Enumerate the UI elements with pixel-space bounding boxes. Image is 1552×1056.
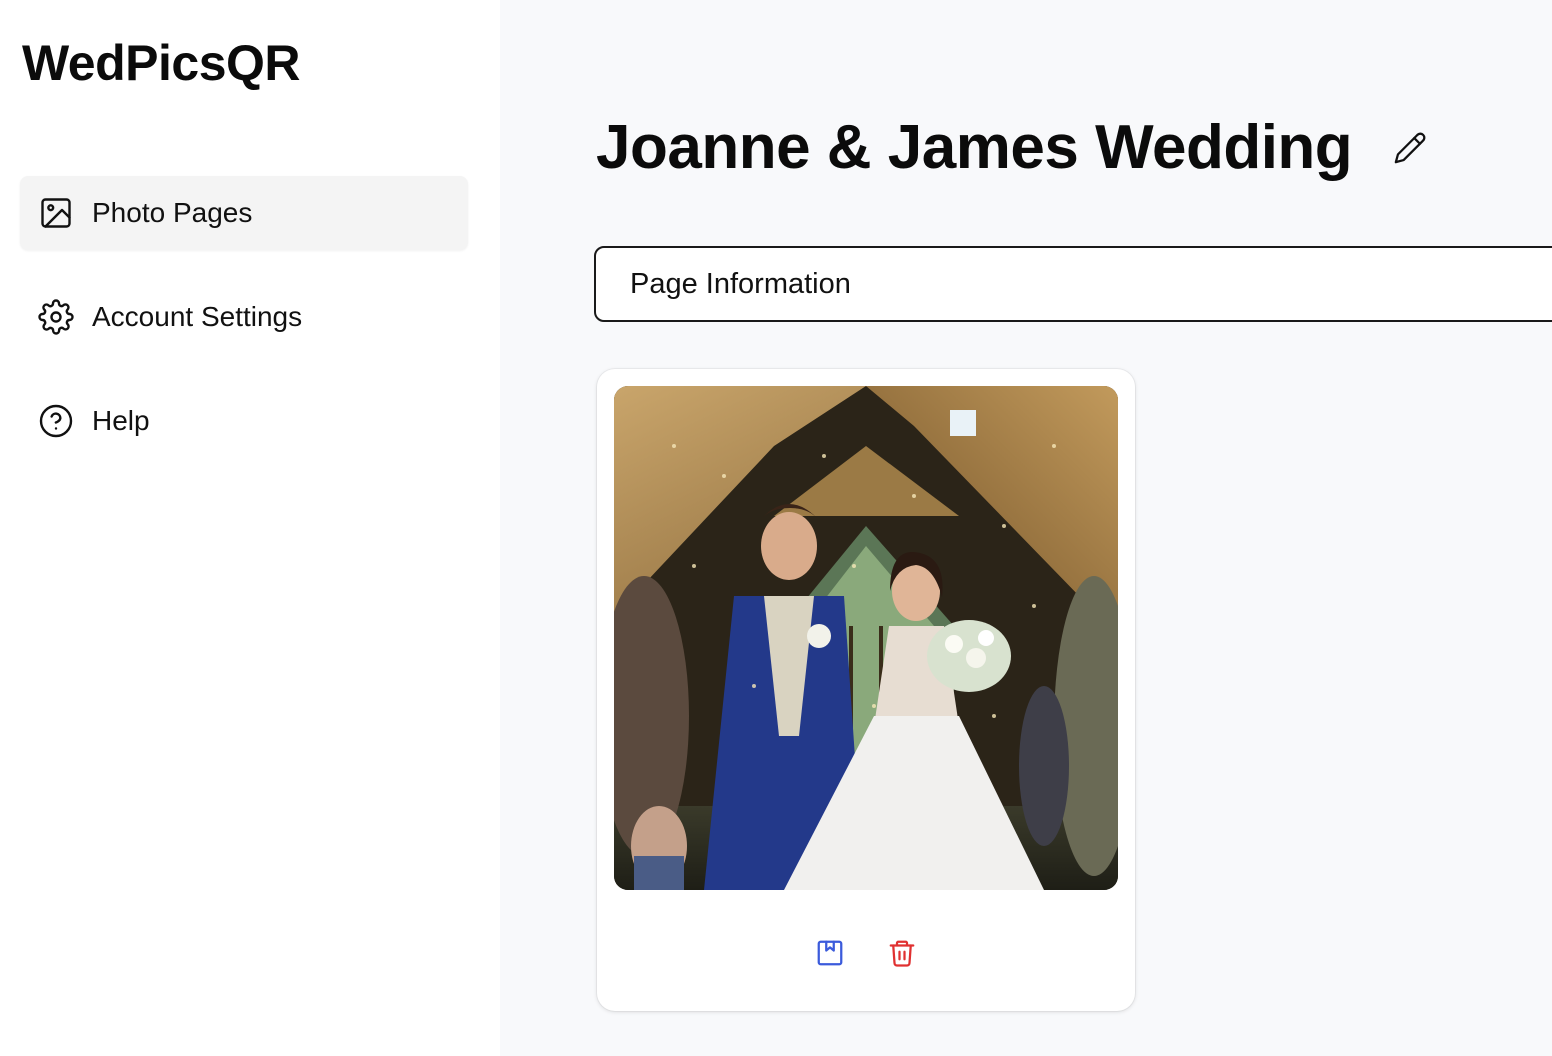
sidebar-item-label: Photo Pages — [92, 197, 253, 228]
page-information-label: Page Information — [630, 267, 851, 300]
brand-logo[interactable]: WedPicsQR — [22, 34, 301, 92]
page-title: Joanne & James Wedding — [596, 113, 1353, 182]
sidebar-item-account-settings[interactable]: Account Settings — [20, 280, 468, 354]
sidebar: WedPicsQR Photo Pages Account Settings H… — [0, 0, 500, 1056]
photo-thumbnail[interactable] — [614, 386, 1118, 890]
page-information-accordion[interactable]: Page Information — [594, 246, 1552, 322]
edit-title-button[interactable] — [1390, 130, 1430, 170]
help-circle-icon — [38, 403, 74, 439]
gear-icon — [38, 299, 74, 335]
photo-actions — [597, 937, 1135, 977]
sidebar-item-label: Help — [92, 405, 150, 436]
sidebar-item-help[interactable]: Help — [20, 384, 468, 458]
bookmark-icon — [815, 938, 845, 973]
save-photo-button[interactable] — [814, 937, 846, 973]
photo-card — [597, 369, 1135, 1011]
app-root: WedPicsQR Photo Pages Account Settings H… — [0, 0, 1552, 1056]
trash-icon — [887, 937, 917, 974]
sidebar-item-photo-pages[interactable]: Photo Pages — [20, 176, 468, 250]
sidebar-item-label: Account Settings — [92, 301, 303, 332]
main-content: Joanne & James Wedding Page Information — [500, 0, 1552, 1056]
pencil-icon — [1393, 131, 1427, 170]
delete-photo-button[interactable] — [886, 937, 918, 973]
image-icon — [38, 195, 74, 231]
